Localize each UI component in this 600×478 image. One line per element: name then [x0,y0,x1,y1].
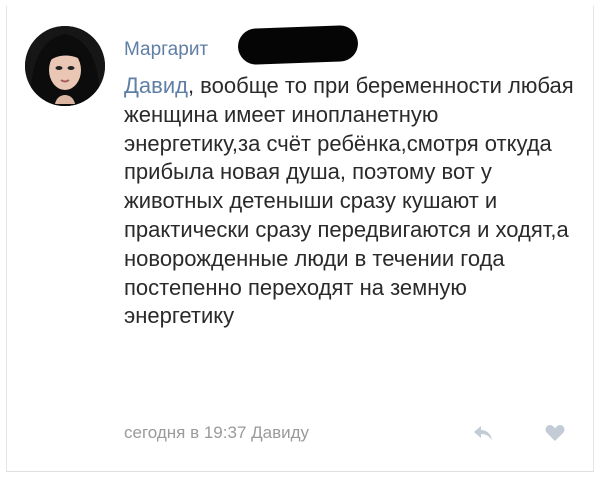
comment-body: , вообще то при беременности любая женщи… [124,73,574,329]
reply-to-link[interactable]: Давид [124,73,188,98]
comment: Маргарит Давид, вообще то при беременнос… [0,0,600,478]
reply-arrow-icon[interactable] [473,424,493,442]
avatar-image [25,26,105,106]
heart-icon[interactable] [545,424,565,442]
author-name[interactable]: Маргарит [124,39,208,61]
comment-text: Давид, вообще то при беременности любая … [124,72,579,331]
reply-target-link[interactable]: Давиду [251,423,309,442]
redaction-mark [237,24,359,66]
avatar[interactable] [25,26,105,106]
comment-meta: сегодня в 19:37 Давиду [124,423,309,443]
timestamp[interactable]: сегодня в 19:37 [124,423,246,442]
